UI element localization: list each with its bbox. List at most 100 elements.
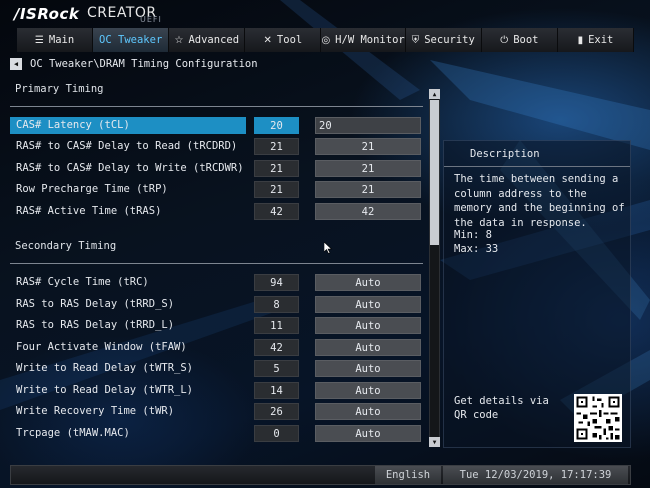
min-value: Min: 8 xyxy=(454,229,492,241)
scroll-down-icon[interactable]: ▼ xyxy=(429,437,440,447)
description-range: Min: 8 Max: 33 xyxy=(454,228,498,256)
setting-row-twr[interactable]: Write Recovery Time (tWR) 26 Auto xyxy=(10,403,426,420)
value-input[interactable]: Auto xyxy=(315,339,421,356)
setting-label: RAS# Cycle Time (tRC) xyxy=(16,276,149,288)
current-value: 8 xyxy=(254,296,299,313)
tab-main[interactable]: ☰ Main xyxy=(17,28,94,52)
tab-advanced[interactable]: ☆ Advanced xyxy=(169,28,246,52)
current-value: 42 xyxy=(254,339,299,356)
setting-row-trcpage[interactable]: Trcpage (tMAW.MAC) 0 Auto xyxy=(10,425,426,442)
breadcrumb: ◀ OC Tweaker\DRAM Timing Configuration xyxy=(10,57,258,70)
tab-label: Main xyxy=(48,34,75,46)
tab-label: Boot xyxy=(513,34,539,46)
tab-exit[interactable]: ▮ Exit xyxy=(557,28,635,52)
current-value: 26 xyxy=(254,403,299,420)
tab-label: Security xyxy=(424,34,475,46)
tab-bar: ☰ Main OC Tweaker ☆ Advanced ✕ Tool ◎ H/… xyxy=(17,28,635,52)
current-value: 11 xyxy=(254,317,299,334)
value-input[interactable]: 42 xyxy=(315,203,421,220)
section-title-secondary: Secondary Timing xyxy=(15,240,117,252)
setting-label: RAS# to CAS# Delay to Write (tRCDWR) xyxy=(16,162,244,174)
monitor-icon: ◎ xyxy=(321,34,331,46)
description-header: Description xyxy=(444,141,630,167)
value-input[interactable]: 21 xyxy=(315,181,421,198)
setting-label: CAS# Latency (tCL) xyxy=(16,119,130,131)
setting-label: RAS to RAS Delay (tRRD_S) xyxy=(16,298,175,310)
setting-label: RAS to RAS Delay (tRRD_L) xyxy=(16,319,175,331)
current-value: 94 xyxy=(254,274,299,291)
language-button[interactable]: English xyxy=(375,466,441,484)
description-title: Description xyxy=(470,148,540,160)
list-icon: ☰ xyxy=(34,34,44,46)
divider xyxy=(10,106,423,107)
mouse-cursor-icon xyxy=(324,242,333,254)
current-value: 20 xyxy=(254,117,299,134)
scrollbar-thumb[interactable] xyxy=(430,100,439,245)
tab-oc-tweaker[interactable]: OC Tweaker xyxy=(93,28,170,52)
tab-tool[interactable]: ✕ Tool xyxy=(245,28,322,52)
value-input[interactable]: Auto xyxy=(315,274,421,291)
star-icon: ☆ xyxy=(174,34,184,46)
setting-row-tfaw[interactable]: Four Activate Window (tFAW) 42 Auto xyxy=(10,339,426,356)
value-input[interactable]: Auto xyxy=(315,403,421,420)
setting-label: Write to Read Delay (tWTR_L) xyxy=(16,384,194,396)
power-icon: ⏻ xyxy=(500,34,509,46)
divider xyxy=(10,263,423,264)
description-text: The time between sending a column addres… xyxy=(454,173,625,229)
breadcrumb-text: OC Tweaker\DRAM Timing Configuration xyxy=(30,57,258,70)
value-input[interactable]: Auto xyxy=(315,382,421,399)
tab-label: Tool xyxy=(276,34,303,46)
description-panel: Description The time between sending a c… xyxy=(443,140,631,448)
value-input[interactable]: Auto xyxy=(315,425,421,442)
setting-row-tras[interactable]: RAS# Active Time (tRAS) 42 42 xyxy=(10,203,426,220)
value-input[interactable]: Auto xyxy=(315,360,421,377)
tab-label: Advanced xyxy=(188,34,240,46)
setting-label: Four Activate Window (tFAW) xyxy=(16,341,187,353)
setting-row-tcl[interactable]: CAS# Latency (tCL) 20 20 xyxy=(10,117,426,134)
current-value: 14 xyxy=(254,382,299,399)
tab-label: OC Tweaker xyxy=(99,34,163,46)
current-value: 21 xyxy=(254,160,299,177)
brand-firmware: UEFI xyxy=(140,15,162,24)
setting-row-twtr-s[interactable]: Write to Read Delay (tWTR_S) 5 Auto xyxy=(10,360,426,377)
current-value: 21 xyxy=(254,181,299,198)
qr-caption: Get details via QR code xyxy=(454,395,549,421)
exit-icon: ▮ xyxy=(577,34,584,46)
setting-row-trcdwr[interactable]: RAS# to CAS# Delay to Write (tRCDWR) 21 … xyxy=(10,160,426,177)
setting-label: Write to Read Delay (tWTR_S) xyxy=(16,362,194,374)
setting-row-trrd-s[interactable]: RAS to RAS Delay (tRRD_S) 8 Auto xyxy=(10,296,426,313)
current-value: 0 xyxy=(254,425,299,442)
section-title-primary: Primary Timing xyxy=(15,83,104,95)
shield-icon: ⛨ xyxy=(411,34,420,46)
value-input[interactable]: 21 xyxy=(315,160,421,177)
tab-security[interactable]: ⛨ Security xyxy=(405,28,482,52)
setting-label: Row Precharge Time (tRP) xyxy=(16,183,168,195)
setting-row-trrd-l[interactable]: RAS to RAS Delay (tRRD_L) 11 Auto xyxy=(10,317,426,334)
brand-logo: /ISRock xyxy=(14,5,80,23)
setting-label: RAS# Active Time (tRAS) xyxy=(16,205,162,217)
setting-label: Write Recovery Time (tWR) xyxy=(16,405,175,417)
scroll-up-icon[interactable]: ▲ xyxy=(429,89,440,99)
qr-code-icon xyxy=(574,394,622,442)
back-arrow-icon[interactable]: ◀ xyxy=(10,57,22,70)
setting-row-trcdrd[interactable]: RAS# to CAS# Delay to Read (tRCDRD) 21 2… xyxy=(10,138,426,155)
tools-icon: ✕ xyxy=(263,34,272,46)
setting-row-trc[interactable]: RAS# Cycle Time (tRC) 94 Auto xyxy=(10,274,426,291)
tab-hw-monitor[interactable]: ◎ H/W Monitor xyxy=(321,28,406,52)
setting-row-trp[interactable]: Row Precharge Time (tRP) 21 21 xyxy=(10,181,426,198)
tab-boot[interactable]: ⏻ Boot xyxy=(481,28,558,52)
setting-label: RAS# to CAS# Delay to Read (tRCDRD) xyxy=(16,140,238,152)
tab-label: H/W Monitor xyxy=(335,34,405,46)
datetime-display: Tue 12/03/2019, 17:17:39 xyxy=(443,466,628,484)
value-input[interactable]: 20 xyxy=(315,117,421,134)
current-value: 21 xyxy=(254,138,299,155)
status-bar: English Tue 12/03/2019, 17:17:39 xyxy=(10,465,631,485)
value-input[interactable]: Auto xyxy=(315,296,421,313)
setting-row-twtr-l[interactable]: Write to Read Delay (tWTR_L) 14 Auto xyxy=(10,382,426,399)
header: /ISRock CREATOR UEFI xyxy=(0,0,650,28)
current-value: 42 xyxy=(254,203,299,220)
max-value: Max: 33 xyxy=(454,243,499,255)
tab-label: Exit xyxy=(588,34,614,46)
value-input[interactable]: 21 xyxy=(315,138,421,155)
value-input[interactable]: Auto xyxy=(315,317,421,334)
